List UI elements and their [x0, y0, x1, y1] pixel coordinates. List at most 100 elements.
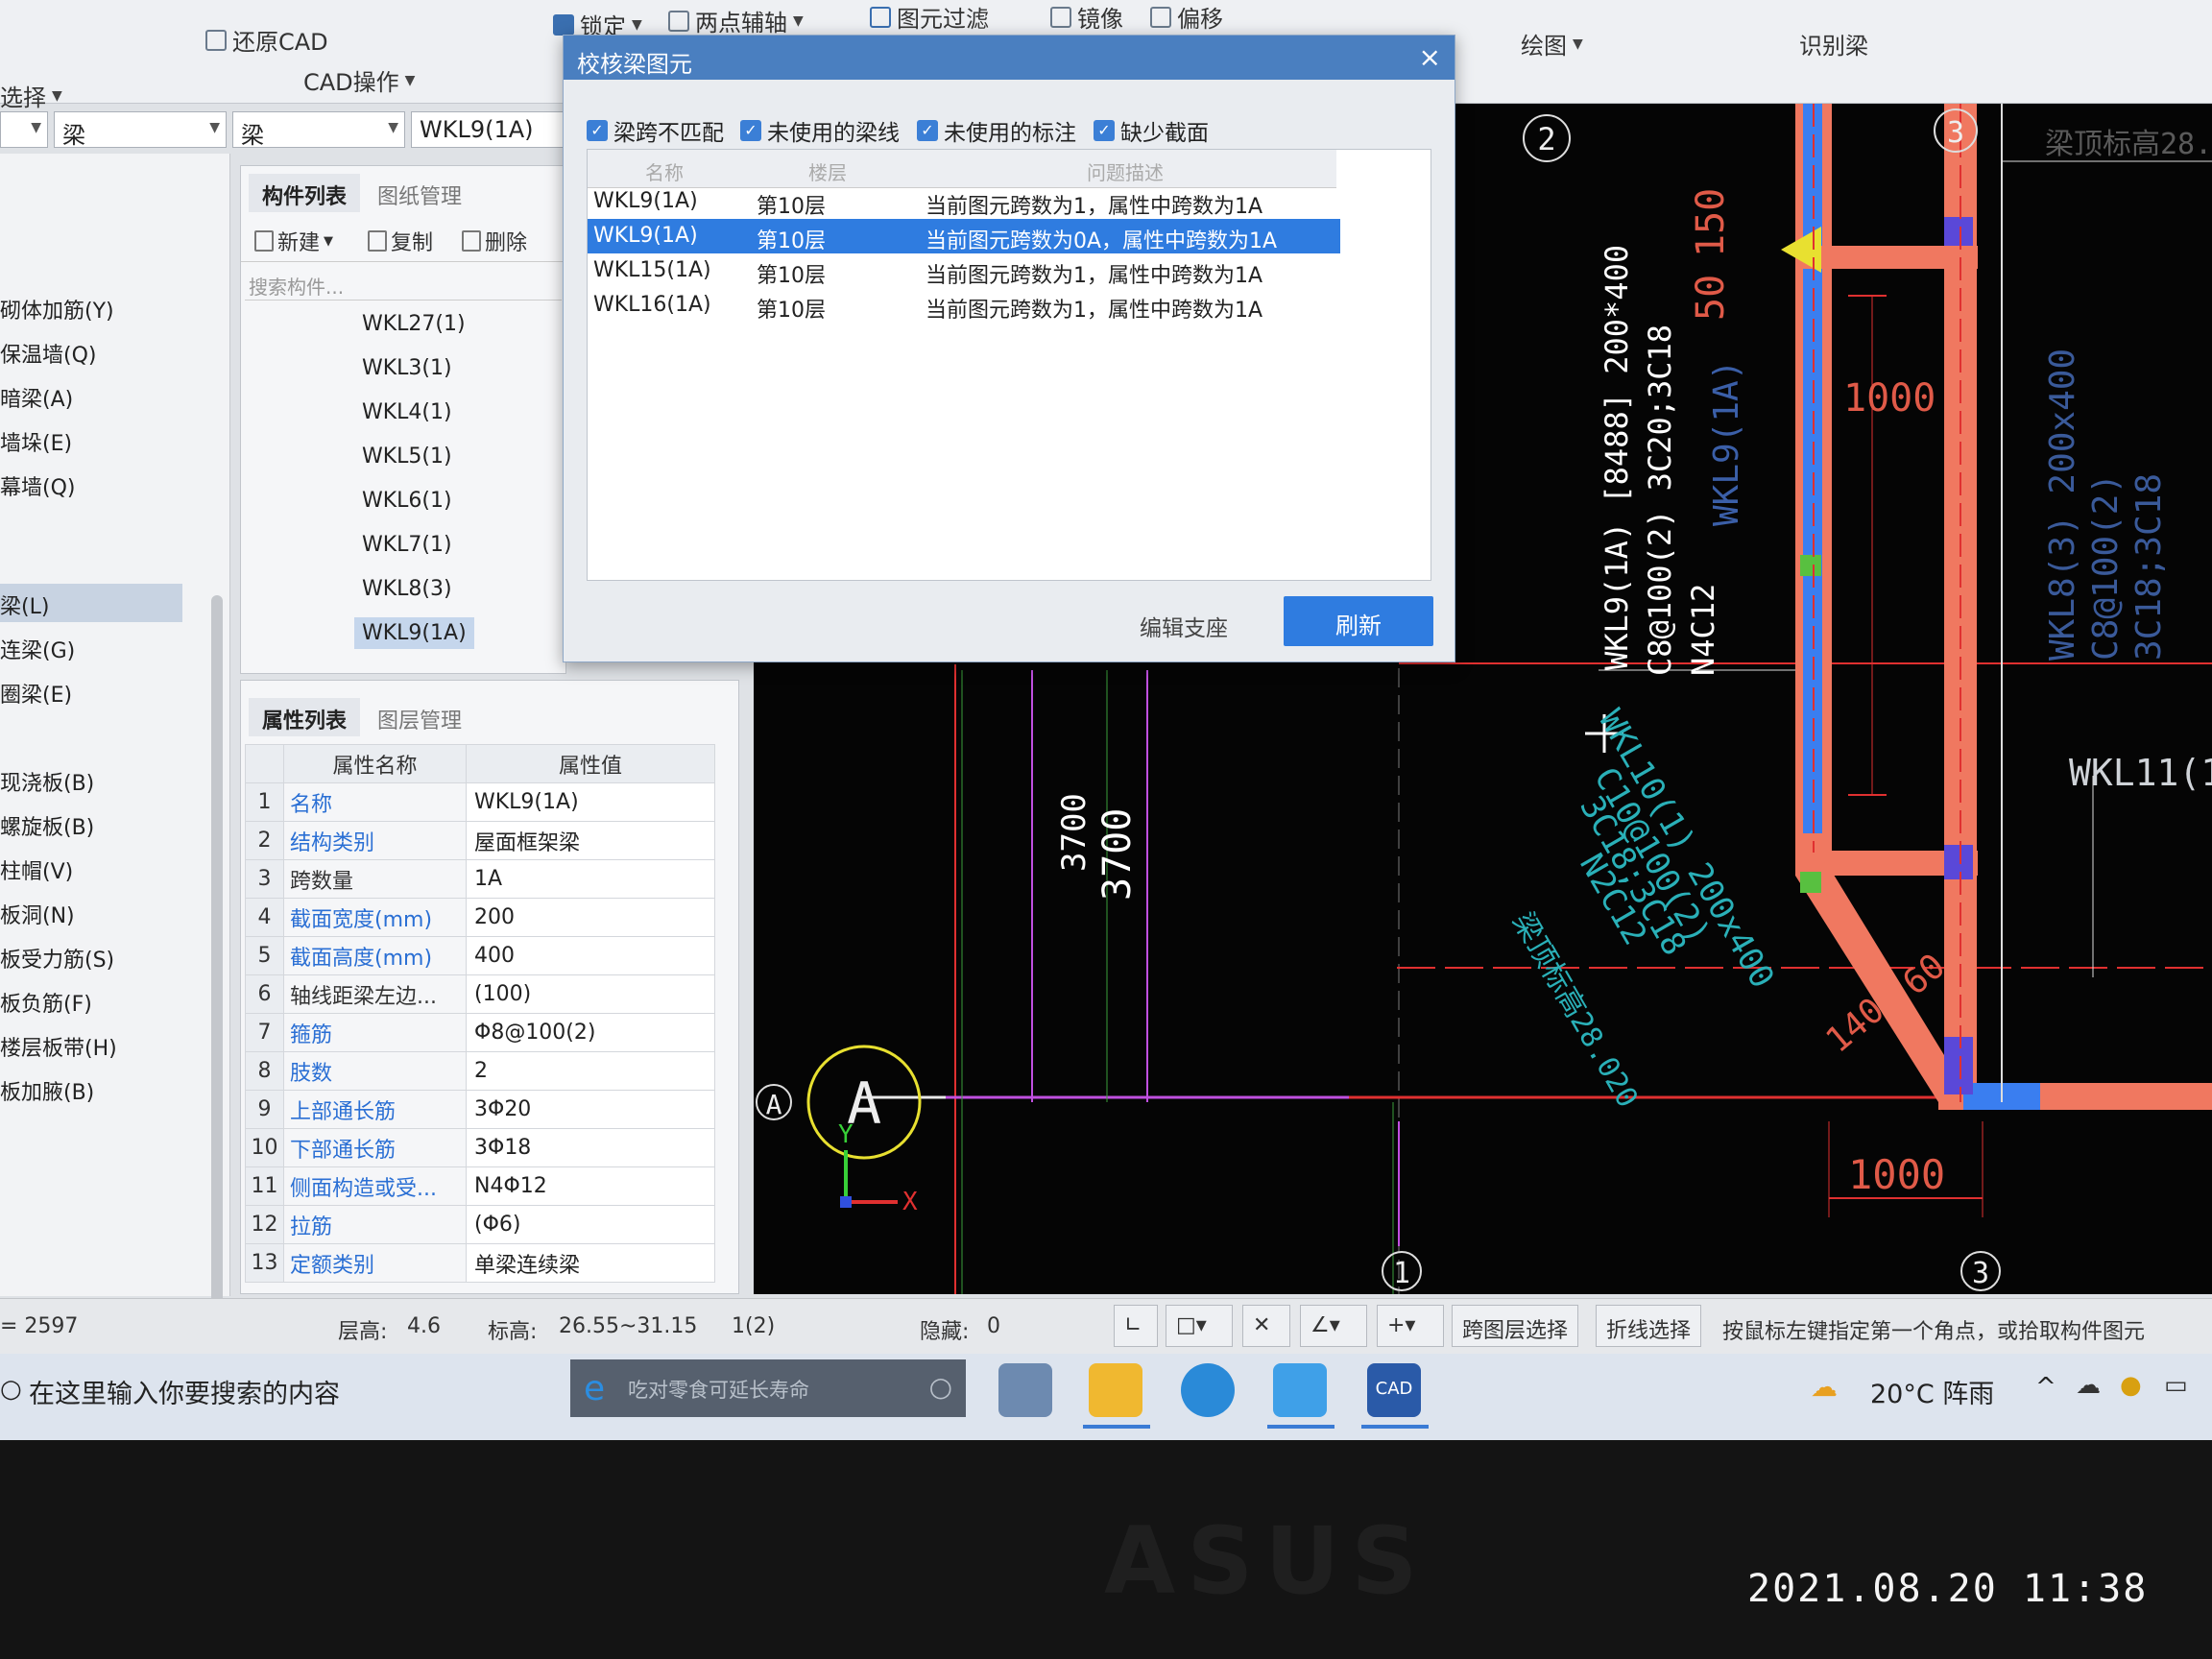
- cad-app-icon[interactable]: CAD: [1367, 1363, 1421, 1417]
- issue-row[interactable]: WKL16(1A) 第10层 当前图元跨数为1，属性中跨数为1A: [588, 288, 1340, 323]
- col-attr-value: 属性值: [466, 744, 715, 783]
- table-row[interactable]: 3 跨数量 1A: [245, 859, 715, 899]
- element-select[interactable]: WKL9(1A): [411, 111, 566, 148]
- offset-button[interactable]: 偏移: [1150, 0, 1223, 34]
- issue-row[interactable]: WKL15(1A) 第10层 当前图元跨数为1，属性中跨数为1A: [588, 253, 1340, 288]
- edge-icon[interactable]: [1181, 1363, 1235, 1417]
- mirror-button[interactable]: 镜像: [1050, 0, 1123, 34]
- search-icon[interactable]: ○: [0, 1375, 22, 1404]
- t-app-icon[interactable]: [1273, 1363, 1327, 1417]
- draw-group[interactable]: 绘图 ▼: [1521, 27, 1583, 60]
- table-row[interactable]: 9 上部通长筋 3Φ20: [245, 1090, 715, 1129]
- nav-item-coupling-beam[interactable]: 连梁(G): [0, 628, 182, 666]
- component-item-selected[interactable]: WKL9(1A): [354, 617, 474, 649]
- cross-layer-select-button[interactable]: 跨图层选择: [1452, 1305, 1579, 1347]
- table-row[interactable]: 12 拉筋 (Φ6): [245, 1205, 715, 1244]
- component-item[interactable]: WKL27(1): [354, 308, 473, 340]
- nav-item-column-cap[interactable]: 柱帽(V): [0, 849, 182, 887]
- angle-icon[interactable]: ∠▾: [1300, 1305, 1367, 1347]
- table-row[interactable]: 4 截面宽度(mm) 200: [245, 898, 715, 937]
- status-bar: = 2597 层高: 4.6 标高: 26.55~31.15 1(2) 隐藏: …: [0, 1298, 2212, 1354]
- table-row[interactable]: 2 结构类别 屋面框架梁: [245, 821, 715, 860]
- browser-search-box[interactable]: e 吃对零食可延长寿命 ○: [570, 1359, 966, 1417]
- nav-item-cast-slab[interactable]: 现浇板(B): [0, 760, 182, 799]
- taskbar-search-input[interactable]: 在这里输入你要搜索的内容: [29, 1373, 340, 1410]
- component-item[interactable]: WKL4(1): [354, 397, 460, 428]
- nav-item-hidden-beam[interactable]: 暗梁(A): [0, 376, 182, 415]
- tab-layer-management[interactable]: 图层管理: [364, 698, 475, 736]
- chevron-down-icon: ▼: [388, 120, 398, 135]
- snap-icon[interactable]: □▾: [1166, 1305, 1233, 1347]
- refresh-button[interactable]: 刷新: [1284, 596, 1433, 646]
- component-item[interactable]: WKL3(1): [354, 352, 460, 384]
- table-row[interactable]: 5 截面高度(mm) 400: [245, 936, 715, 975]
- dynamic-input-icon[interactable]: +▾: [1377, 1305, 1444, 1347]
- filter-icon: [870, 6, 891, 28]
- nav-item-wall-pier[interactable]: 墙垛(E): [0, 421, 182, 459]
- nav-item-curtain-wall[interactable]: 幕墙(Q): [0, 465, 182, 503]
- check-missing-section[interactable]: ✓ 缺少截面: [1094, 114, 1209, 147]
- nav-item-slab-main-rebar[interactable]: 板受力筋(S): [0, 937, 182, 975]
- component-item[interactable]: WKL8(3): [354, 573, 460, 605]
- issue-row-selected[interactable]: WKL9(1A) 第10层 当前图元跨数为0A，属性中跨数为1A: [588, 219, 1340, 253]
- floor-select[interactable]: ▼: [0, 111, 48, 148]
- chevron-down-icon: ▼: [52, 87, 62, 104]
- component-item[interactable]: WKL7(1): [354, 529, 460, 561]
- check-span-mismatch[interactable]: ✓ 梁跨不匹配: [587, 114, 724, 147]
- nav-item-spiral-slab[interactable]: 螺旋板(B): [0, 805, 182, 843]
- beam-label-wkl8-line1: WKL8(3) 200x400: [2043, 349, 2082, 661]
- component-item[interactable]: WKL5(1): [354, 441, 460, 472]
- component-item[interactable]: WKL6(1): [354, 485, 460, 517]
- checkbox-checked-icon: ✓: [917, 120, 938, 141]
- element-filter-button[interactable]: 图元过滤: [870, 0, 989, 34]
- table-row[interactable]: 1 名称 WKL9(1A): [245, 782, 715, 822]
- table-row[interactable]: 10 下部通长筋 3Φ18: [245, 1128, 715, 1167]
- two-point-axis-button[interactable]: 两点辅轴 ▼: [668, 4, 804, 37]
- type-select[interactable]: 梁 ▼: [232, 111, 405, 149]
- nav-item-insulation-wall[interactable]: 保温墙(Q): [0, 332, 182, 371]
- battery-icon[interactable]: ▭: [2164, 1371, 2188, 1400]
- copy-button[interactable]: 复制: [368, 226, 433, 256]
- nav-item-masonry-rebar[interactable]: 砌体加筋(Y): [0, 288, 182, 326]
- restore-cad-button[interactable]: 还原CAD: [205, 23, 328, 57]
- weather-text[interactable]: 20°C 阵雨: [1870, 1373, 1994, 1410]
- table-row[interactable]: 11 侧面构造或受... N4Φ12: [245, 1166, 715, 1206]
- nav-item-floor-strip[interactable]: 楼层板带(H): [0, 1025, 182, 1064]
- nav-item-slab-neg-rebar[interactable]: 板负筋(F): [0, 981, 182, 1020]
- ortho-icon[interactable]: ∟: [1114, 1305, 1158, 1347]
- new-button[interactable]: 新建 ▼: [254, 226, 333, 256]
- chevron-down-icon: ▼: [793, 12, 804, 29]
- table-row[interactable]: 7 箍筋 Φ8@100(2): [245, 1013, 715, 1052]
- file-explorer-icon[interactable]: [1089, 1363, 1142, 1417]
- check-unused-beam-line[interactable]: ✓ 未使用的梁线: [740, 114, 900, 147]
- nav-item-slab-haunch[interactable]: 板加腋(B): [0, 1070, 182, 1108]
- issue-row[interactable]: WKL9(1A) 第10层 当前图元跨数为1，属性中跨数为1A: [588, 184, 1340, 219]
- tree-scrollbar[interactable]: [211, 595, 223, 1325]
- category-select[interactable]: 梁 ▼: [54, 111, 227, 149]
- delete-button[interactable]: 删除: [462, 226, 527, 256]
- nav-item-beam[interactable]: 梁(L): [0, 584, 182, 622]
- issue-list: 名称 楼层 问题描述 WKL9(1A) 第10层 当前图元跨数为1，属性中跨数为…: [587, 149, 1431, 581]
- tab-attribute-list[interactable]: 属性列表: [249, 698, 361, 736]
- tab-component-list[interactable]: 构件列表: [249, 174, 361, 212]
- close-icon[interactable]: ×: [1419, 41, 1441, 73]
- table-row[interactable]: 6 轴线距梁左边... (100): [245, 974, 715, 1014]
- tray-app-icon[interactable]: ●: [2120, 1371, 2142, 1400]
- edit-support-button[interactable]: 编辑支座: [1140, 610, 1228, 642]
- dialog-title-bar[interactable]: 校核梁图元 ×: [564, 36, 1455, 80]
- tab-drawing-management[interactable]: 图纸管理: [364, 174, 475, 212]
- chevron-up-icon[interactable]: ^: [2035, 1373, 2056, 1402]
- cross-icon[interactable]: ✕: [1242, 1305, 1290, 1347]
- cloud-icon[interactable]: ☁: [2076, 1371, 2101, 1400]
- polyline-select-button[interactable]: 折线选择: [1596, 1305, 1702, 1347]
- component-search-input[interactable]: 搜索构件...: [245, 268, 562, 301]
- cad-ops-group[interactable]: CAD操作 ▼: [303, 63, 415, 97]
- identify-beam-group[interactable]: 识别梁: [1799, 27, 1868, 60]
- nav-item-ring-beam[interactable]: 圈梁(E): [0, 672, 182, 710]
- check-unused-annotation[interactable]: ✓ 未使用的标注: [917, 114, 1076, 147]
- table-row[interactable]: 13 定额类别 单梁连续梁: [245, 1243, 715, 1283]
- table-row[interactable]: 8 肢数 2: [245, 1051, 715, 1091]
- checkbox-checked-icon: ✓: [740, 120, 761, 141]
- calculator-icon[interactable]: [998, 1363, 1052, 1417]
- nav-item-slab-hole[interactable]: 板洞(N): [0, 893, 182, 931]
